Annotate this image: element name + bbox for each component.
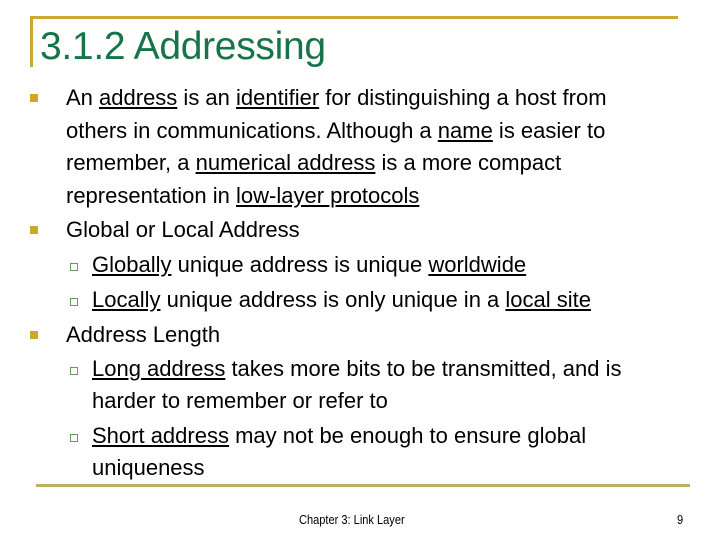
text-run: uniqueness	[92, 455, 205, 480]
bullet-text-line: Short address may not be enough to ensur…	[92, 423, 586, 449]
text-run: unique address is unique	[171, 251, 429, 277]
bullet-text-line: representation in low-layer protocols	[66, 183, 419, 209]
underlined-term: Short address	[92, 423, 229, 448]
text-run: is easier to	[492, 117, 606, 143]
underlined-term: low-layer protocols	[236, 182, 420, 208]
bullet-text-line: Globally unique address is unique worldw…	[92, 252, 526, 278]
text-run: takes more bits to be transmitted, and i…	[225, 356, 622, 381]
text-run: Address Length	[66, 321, 221, 347]
text-run: others in communications. Although a	[66, 117, 438, 143]
page-number: 9	[677, 512, 684, 527]
title-accent-bar	[30, 16, 33, 67]
title-accent-line	[30, 16, 678, 19]
square-bullet-icon	[30, 94, 38, 102]
bullet-text-line: harder to remember or refer to	[92, 388, 388, 414]
bullet-text-line: others in communications. Although a nam…	[66, 118, 605, 144]
bullet-text-line: Global or Local Address	[66, 217, 300, 243]
hollow-square-bullet-icon	[70, 262, 78, 271]
text-run: is a more compact	[375, 150, 562, 175]
underlined-term: identifier	[236, 85, 320, 110]
underlined-term: Globally	[92, 251, 172, 277]
text-run: harder to remember or refer to	[92, 388, 388, 413]
footer-chapter: Chapter 3: Link Layer	[299, 512, 405, 527]
text-run: is an	[177, 85, 237, 110]
bullet-text-line: Address Length	[66, 322, 220, 348]
underlined-term: Locally	[92, 286, 161, 312]
bullet-text-line: An address is an identifier for distingu…	[66, 85, 607, 111]
text-run: remember, a	[66, 150, 196, 175]
footer-divider	[36, 484, 690, 487]
text-run: for distinguishing a host from	[319, 85, 607, 110]
slide-title: 3.1.2 Addressing	[40, 25, 326, 68]
square-bullet-icon	[30, 226, 38, 234]
underlined-term: local site	[505, 286, 591, 312]
underlined-term: name	[437, 117, 493, 143]
hollow-square-bullet-icon	[70, 297, 78, 306]
square-bullet-icon	[30, 330, 38, 339]
underlined-term: numerical address	[195, 150, 376, 175]
underlined-term: worldwide	[428, 251, 527, 277]
text-run: Global or Local Address	[66, 217, 300, 242]
underlined-term: address	[99, 85, 178, 110]
text-run: may not be enough to ensure global	[228, 423, 587, 448]
text-run: representation in	[66, 182, 236, 208]
hollow-square-bullet-icon	[70, 367, 78, 375]
hollow-square-bullet-icon	[70, 434, 78, 442]
bullet-text-line: remember, a numerical address is a more …	[66, 150, 561, 176]
text-run: An	[66, 85, 100, 110]
underlined-term: Long address	[92, 356, 226, 381]
bullet-text-line: Locally unique address is only unique in…	[92, 287, 591, 313]
bullet-text-line: uniqueness	[92, 455, 205, 481]
bullet-text-line: Long address takes more bits to be trans…	[92, 356, 622, 382]
text-run: unique address is only unique in a	[160, 286, 506, 312]
